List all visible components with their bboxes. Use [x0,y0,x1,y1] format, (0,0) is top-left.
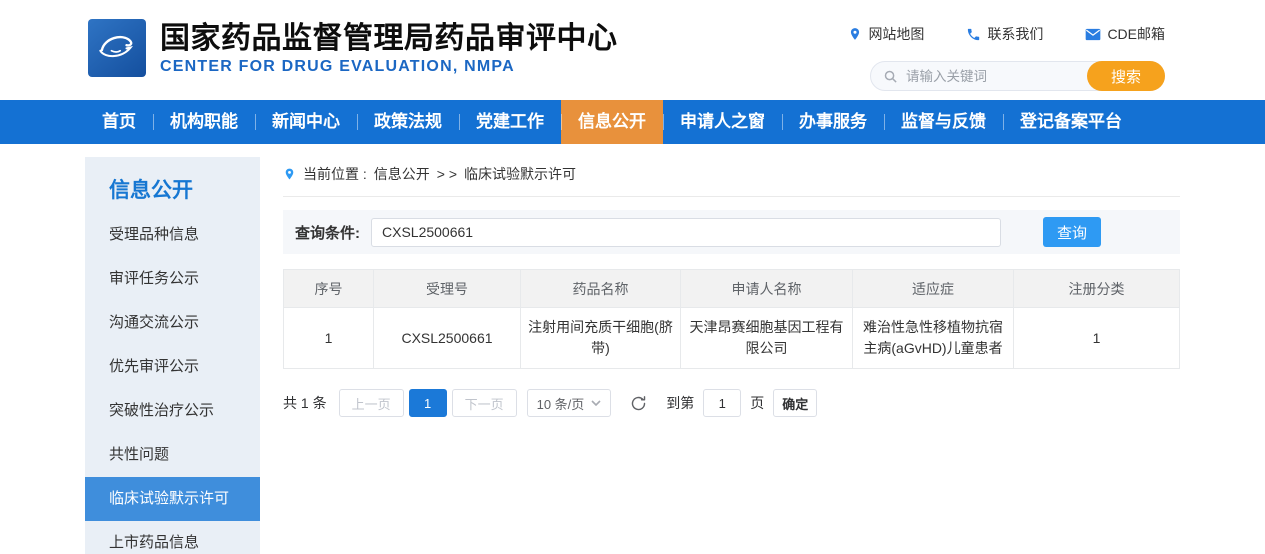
nav-item-party[interactable]: 党建工作 [459,100,561,144]
cde-logo[interactable] [88,19,146,77]
site-subtitle: CENTER FOR DRUG EVALUATION, NMPA [160,58,618,76]
nav-item-functions[interactable]: 机构职能 [153,100,255,144]
cde-logo-swoosh-icon [94,23,140,74]
nav-item-info-disclosure[interactable]: 信息公开 [561,100,663,144]
sidebar-item-marketed-drugs[interactable]: 上市药品信息 [85,521,260,554]
goto-page-input[interactable] [703,389,741,417]
nav-item-applicant-window[interactable]: 申请人之窗 [663,100,782,144]
sidebar-title: 信息公开 [85,157,260,213]
search-box: 搜索 [870,61,1165,91]
page-size-select[interactable]: 10 条/页 [527,389,612,417]
cell-drug-name: 注射用间充质干细胞(脐带) [521,308,681,369]
table-header-row: 序号 受理号 药品名称 申请人名称 适应症 注册分类 [284,270,1180,308]
chevron-down-icon [591,400,601,406]
breadcrumb-pin-icon [283,166,296,182]
cde-mail-link[interactable]: CDE邮箱 [1085,24,1165,44]
results-table: 序号 受理号 药品名称 申请人名称 适应症 注册分类 1 CXSL2500661… [283,269,1180,369]
goto-page-unit: 页 [750,393,764,413]
nav-item-services[interactable]: 办事服务 [782,100,884,144]
confirm-button[interactable]: 确定 [773,389,817,417]
mail-icon [1085,28,1101,41]
refresh-icon[interactable] [630,395,647,412]
breadcrumb-label: 当前位置 : [303,164,367,184]
search-icon [883,69,898,84]
next-page-button[interactable]: 下一页 [452,389,517,417]
contact-link[interactable]: 联系我们 [966,24,1043,44]
breadcrumb-separator: > > [437,166,457,182]
site-header: 国家药品监督管理局药品审评中心 CENTER FOR DRUG EVALUATI… [0,0,1265,100]
header-quick-links: 网站地图 联系我们 CDE邮箱 [848,24,1165,44]
sidebar-item-communication[interactable]: 沟通交流公示 [85,301,260,345]
cell-indication: 难治性急性移植物抗宿主病(aGvHD)儿童患者 [853,308,1014,369]
nav-item-policies[interactable]: 政策法规 [357,100,459,144]
sidebar-item-breakthrough-therapy[interactable]: 突破性治疗公示 [85,389,260,433]
sitemap-link[interactable]: 网站地图 [848,24,924,44]
col-header-index: 序号 [284,270,374,308]
sidebar-item-clinical-trial-implied-license[interactable]: 临床试验默示许可 [85,477,260,521]
page-1-button[interactable]: 1 [409,389,447,417]
contact-link-label: 联系我们 [987,24,1043,44]
query-button[interactable]: 查询 [1043,217,1101,247]
main-nav: 首页 机构职能 新闻中心 政策法规 党建工作 信息公开 申请人之窗 办事服务 监… [0,100,1265,144]
cell-acceptance-no: CXSL2500661 [374,308,521,369]
sidebar: 信息公开 受理品种信息 审评任务公示 沟通交流公示 优先审评公示 突破性治疗公示… [85,157,260,554]
col-header-registration-class: 注册分类 [1014,270,1180,308]
nav-item-home[interactable]: 首页 [85,100,153,144]
search-button[interactable]: 搜索 [1087,61,1165,91]
phone-icon [966,27,981,42]
col-header-acceptance-no: 受理号 [374,270,521,308]
breadcrumb-section: 信息公开 [374,164,430,184]
breadcrumb-current: 临床试验默示许可 [464,164,576,184]
col-header-applicant: 申请人名称 [681,270,853,308]
col-header-indication: 适应症 [853,270,1014,308]
breadcrumb: 当前位置 : 信息公开 > > 临床试验默示许可 [283,159,1180,197]
query-label: 查询条件: [295,222,360,243]
sidebar-item-review-tasks[interactable]: 审评任务公示 [85,257,260,301]
col-header-drug-name: 药品名称 [521,270,681,308]
sidebar-item-accepted-varieties[interactable]: 受理品种信息 [85,213,260,257]
query-input[interactable] [371,218,1001,247]
query-bar: 查询条件: 查询 [283,210,1180,254]
sidebar-item-priority-review[interactable]: 优先审评公示 [85,345,260,389]
pagination: 共 1 条 上一页 1 下一页 10 条/页 到第 页 确定 [283,389,1180,417]
table-row: 1 CXSL2500661 注射用间充质干细胞(脐带) 天津昂赛细胞基因工程有限… [284,308,1180,369]
goto-page-label: 到第 [666,393,694,413]
nav-item-supervision[interactable]: 监督与反馈 [884,100,1003,144]
nav-item-registration-platform[interactable]: 登记备案平台 [1003,100,1139,144]
sitemap-link-label: 网站地图 [868,24,924,44]
cell-applicant: 天津昂赛细胞基因工程有限公司 [681,308,853,369]
cell-registration-class: 1 [1014,308,1180,369]
pagination-total: 共 1 条 [283,393,327,413]
nav-item-news[interactable]: 新闻中心 [255,100,357,144]
location-pin-icon [848,26,862,42]
site-title: 国家药品监督管理局药品审评中心 [160,20,618,57]
sidebar-item-common-issues[interactable]: 共性问题 [85,433,260,477]
prev-page-button[interactable]: 上一页 [339,389,404,417]
page-size-value: 10 条/页 [537,394,585,413]
cde-mail-link-label: CDE邮箱 [1107,24,1165,44]
cell-index: 1 [284,308,374,369]
